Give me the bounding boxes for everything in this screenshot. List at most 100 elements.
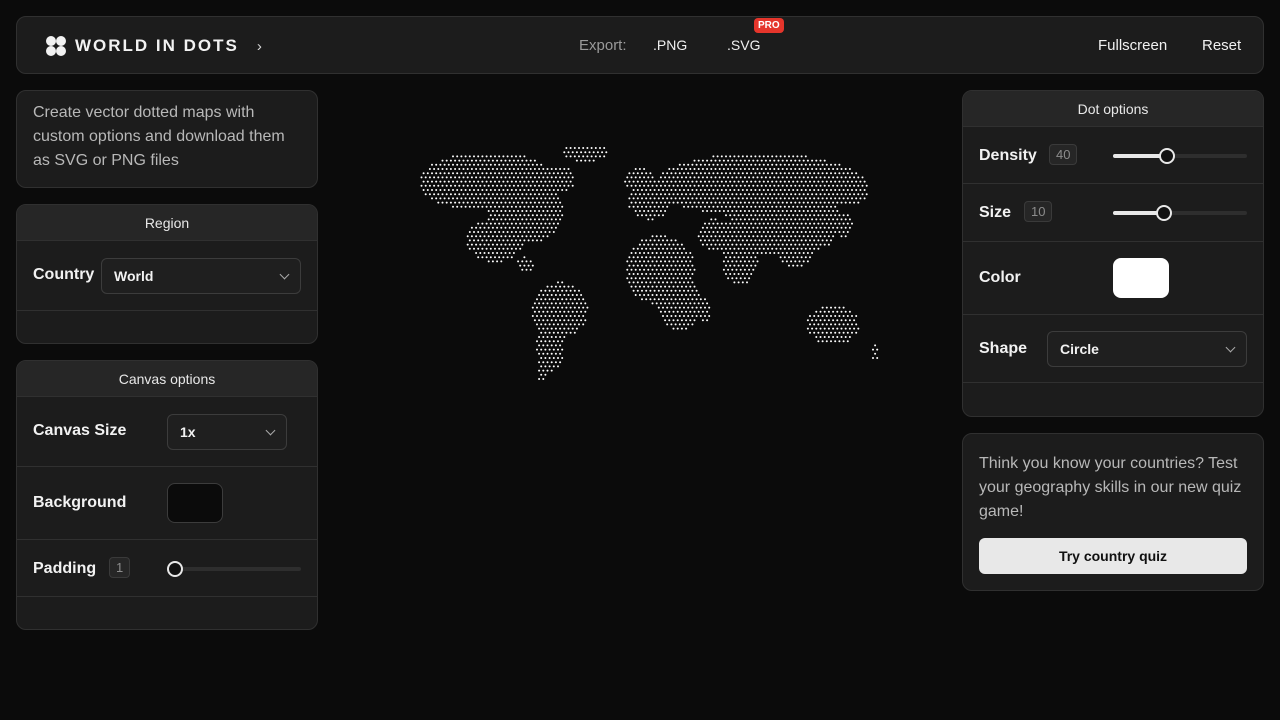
map-dot bbox=[680, 319, 683, 322]
map-dot bbox=[519, 247, 522, 250]
map-dot bbox=[746, 247, 748, 250]
map-dot bbox=[802, 235, 805, 238]
export-png-button[interactable]: .PNG bbox=[653, 37, 687, 53]
map-dot bbox=[735, 226, 738, 229]
map-dot bbox=[767, 231, 769, 233]
try-country-quiz-button[interactable]: Try country quiz bbox=[979, 538, 1247, 574]
country-select[interactable]: World bbox=[101, 258, 301, 294]
padding-slider-thumb[interactable] bbox=[167, 561, 183, 577]
map-dot bbox=[802, 226, 805, 229]
map-dot bbox=[802, 201, 805, 204]
fullscreen-button[interactable]: Fullscreen bbox=[1098, 37, 1167, 54]
map-dot bbox=[832, 319, 835, 322]
map-dot bbox=[834, 306, 837, 309]
map-dot bbox=[794, 260, 797, 263]
map-dot bbox=[701, 159, 704, 162]
map-dot bbox=[571, 184, 574, 187]
map-dot bbox=[525, 260, 528, 263]
map-dot bbox=[741, 222, 744, 225]
map-dot bbox=[487, 184, 490, 187]
map-dot bbox=[729, 231, 732, 233]
map-dot bbox=[796, 256, 799, 259]
map-dot bbox=[804, 172, 807, 175]
map-dot bbox=[819, 176, 822, 179]
map-dot bbox=[830, 231, 832, 233]
map-dot bbox=[809, 197, 811, 200]
map-dot bbox=[674, 281, 677, 284]
map-dot bbox=[659, 310, 662, 313]
map-dot bbox=[676, 168, 679, 170]
map-dot bbox=[557, 298, 559, 301]
map-dot bbox=[431, 197, 433, 200]
size-slider-thumb[interactable] bbox=[1156, 205, 1172, 221]
map-dot bbox=[689, 294, 692, 296]
canvas-size-select[interactable]: 1x bbox=[167, 414, 287, 450]
map-dot bbox=[685, 184, 688, 187]
density-slider-thumb[interactable] bbox=[1159, 148, 1175, 164]
map-dot bbox=[563, 176, 566, 179]
map-dot bbox=[651, 277, 654, 280]
map-dot bbox=[704, 231, 706, 233]
dot-color-swatch[interactable] bbox=[1113, 258, 1169, 298]
map-dot bbox=[729, 172, 732, 175]
map-dot bbox=[502, 231, 505, 233]
map-dot bbox=[512, 176, 515, 179]
map-dot bbox=[790, 176, 793, 179]
map-dot bbox=[676, 243, 679, 246]
map-dot bbox=[689, 302, 692, 305]
map-dot bbox=[693, 310, 696, 313]
map-dot bbox=[743, 235, 746, 238]
padding-slider[interactable] bbox=[167, 561, 301, 577]
brand-link[interactable]: WORLD IN DOTS › bbox=[45, 35, 262, 57]
export-svg-button[interactable]: .SVG bbox=[727, 37, 760, 53]
map-dot bbox=[527, 163, 530, 166]
map-dot bbox=[825, 163, 828, 166]
map-dot bbox=[746, 273, 748, 275]
map-dot bbox=[779, 155, 782, 158]
map-dot bbox=[693, 268, 696, 271]
map-dot bbox=[752, 184, 755, 187]
map-dot bbox=[821, 222, 824, 225]
map-dot bbox=[834, 340, 837, 343]
map-dot bbox=[548, 205, 551, 208]
map-dot bbox=[563, 327, 566, 330]
map-dot bbox=[655, 285, 658, 288]
map-dot bbox=[449, 159, 452, 162]
map-dot bbox=[575, 310, 578, 313]
map-dot bbox=[827, 235, 830, 238]
map-dot bbox=[792, 172, 795, 175]
map-dot bbox=[735, 268, 738, 271]
density-slider[interactable] bbox=[1113, 148, 1247, 164]
map-dot bbox=[554, 361, 557, 364]
map-dot bbox=[422, 180, 425, 183]
map-dot bbox=[794, 243, 797, 246]
background-color-swatch[interactable] bbox=[167, 483, 223, 523]
map-dot bbox=[561, 205, 564, 208]
map-dot bbox=[676, 327, 679, 330]
map-dot bbox=[571, 285, 574, 288]
map-dot bbox=[645, 247, 648, 250]
map-dot bbox=[481, 172, 484, 175]
map-dot bbox=[605, 151, 608, 154]
map-dot bbox=[634, 260, 637, 263]
map-dot bbox=[777, 235, 780, 238]
map-dot bbox=[630, 268, 633, 271]
reset-button[interactable]: Reset bbox=[1202, 37, 1241, 54]
map-dot bbox=[540, 197, 543, 200]
map-dot bbox=[473, 163, 475, 166]
map-dot bbox=[632, 189, 635, 191]
map-dot bbox=[550, 176, 553, 179]
map-dot bbox=[561, 281, 564, 284]
map-dot bbox=[670, 289, 673, 292]
size-slider[interactable] bbox=[1113, 205, 1247, 221]
shape-select[interactable]: Circle bbox=[1047, 331, 1247, 367]
map-dot bbox=[840, 218, 843, 221]
map-dot bbox=[693, 184, 696, 187]
map-dot bbox=[565, 298, 568, 301]
map-dot bbox=[531, 264, 534, 267]
map-dot bbox=[659, 210, 662, 212]
map-dot bbox=[489, 205, 492, 208]
map-dot bbox=[794, 176, 797, 179]
map-dot bbox=[496, 218, 499, 221]
map-dot bbox=[748, 210, 751, 212]
